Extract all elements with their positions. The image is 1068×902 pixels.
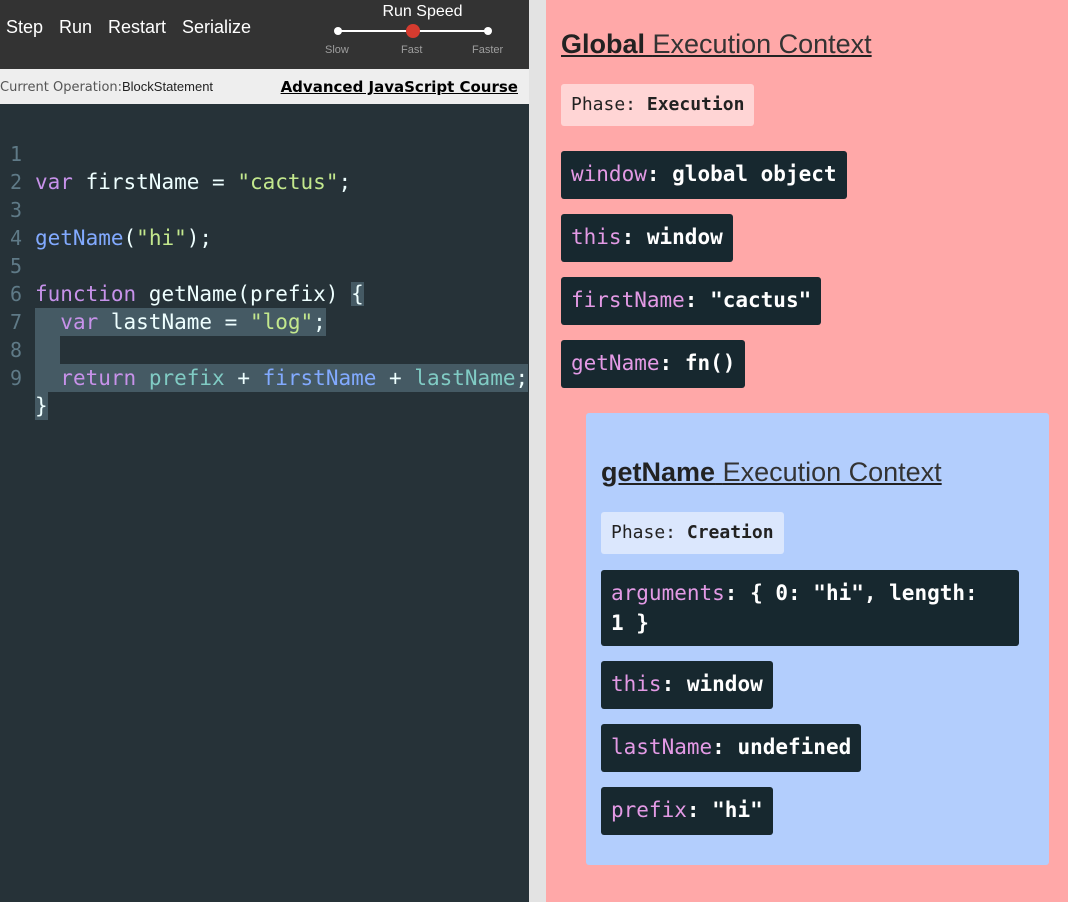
global-var-getname: getName: fn() [561,340,746,388]
var-name: getName [571,351,660,375]
current-operation-value: BlockStatement [122,79,214,94]
slider-stop-slow[interactable] [334,27,342,35]
code-editor[interactable]: 1 var firstName = "cactus"; 2 3 getName(… [0,112,529,420]
var-name: prefix [611,798,687,822]
var-name: this [611,672,662,696]
code-line: 3 getName("hi"); [0,168,529,250]
getname-var-prefix: prefix: "hi" [601,787,773,835]
code-line: 8 return prefix + firstName + lastName; [0,308,529,392]
getname-title-bold: getName [601,457,716,487]
getname-title-rest: Execution Context [722,457,942,487]
phase-value: Creation [686,522,774,543]
var-value: global object [672,162,837,186]
code-line: 9 } [0,336,529,420]
phase-label: Phase: [571,94,637,115]
var-value: window [686,672,763,696]
var-name: firstName [571,288,685,312]
getname-var-lastname: lastName: undefined [601,724,862,772]
global-title-bold: Global [561,29,646,59]
var-name: window [571,162,647,186]
var-value: { 0: "hi", length: [750,581,978,605]
speed-label-faster: Faster [472,44,504,56]
var-value: undefined [737,735,852,759]
speed-label-fast: Fast [401,44,423,56]
slider-stop-faster[interactable] [484,27,492,35]
var-value-continued: 1 } [611,611,649,635]
speed-label-slow: Slow [325,44,349,56]
run-speed-title: Run Speed [382,3,463,20]
line-number: 9 [10,366,23,390]
restart-button[interactable]: Restart [108,15,166,39]
var-name: this [571,225,622,249]
var-value: "hi" [712,798,763,822]
code-line: 4 [0,196,529,250]
getname-var-arguments: arguments: { 0: "hi", length: 1 } [601,570,1019,646]
global-title-rest: Execution Context [652,29,872,59]
code-line: 6 var lastName = "log"; [0,252,529,336]
phase-value: Execution [646,94,745,115]
code-line: 7 [0,280,529,364]
global-var-window: window: global object [561,151,847,199]
run-button[interactable]: Run [59,15,92,39]
panel-divider[interactable] [529,0,546,902]
course-link[interactable]: Advanced JavaScript Course [281,78,518,96]
current-operation-label: Current Operation: [0,80,123,95]
editor-panel: Step Run Restart Serialize Run Speed Slo… [0,0,529,902]
step-button[interactable]: Step [6,15,43,39]
global-context-title: Global Execution Context [561,29,872,60]
getname-var-this: this: window [601,661,773,709]
getname-context-title: getName Execution Context [601,457,942,488]
global-phase-badge: Phase: Execution [561,84,755,126]
phase-label: Phase: [611,522,677,543]
code-line: 5 function getName(prefix) { [0,224,529,306]
var-value: "cactus" [710,288,812,312]
code-line: 2 [0,140,529,194]
global-var-firstname: firstName: "cactus" [561,277,822,325]
var-name: lastName [611,735,713,759]
code-content: return prefix + firstName + lastName; [35,364,529,392]
status-bar: Current Operation: BlockStatement Advanc… [0,69,529,104]
toolbar: Step Run Restart Serialize Run Speed Slo… [0,0,529,69]
slider-knob[interactable] [406,24,420,38]
var-name: arguments [611,581,725,605]
code-line: 1 var firstName = "cactus"; [0,112,529,194]
var-value: window [646,225,723,249]
global-var-this: this: window [561,214,733,262]
serialize-button[interactable]: Serialize [182,15,251,39]
getname-phase-badge: Phase: Creation [601,512,784,554]
var-value: fn() [684,351,736,375]
code-content: } [35,392,48,420]
